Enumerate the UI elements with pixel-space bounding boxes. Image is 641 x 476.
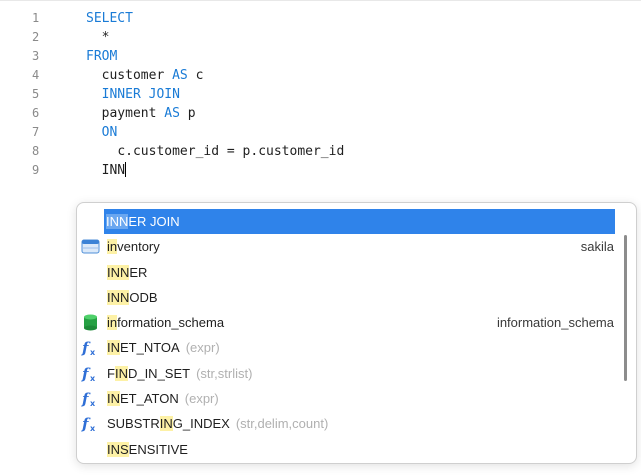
- match-highlight: INS: [107, 441, 129, 457]
- suggestion-label: INNODB: [107, 289, 158, 305]
- match-highlight: in: [107, 239, 118, 255]
- sql-token: p: [179, 106, 196, 121]
- editor-border: [0, 0, 641, 1]
- code-line[interactable]: SELECT: [86, 9, 344, 28]
- code-line[interactable]: payment AS p: [86, 104, 344, 123]
- suggestion-item[interactable]: f x INET_ATON (expr): [77, 386, 622, 411]
- svg-text:x: x: [90, 374, 96, 382]
- code-line[interactable]: ON: [86, 123, 344, 142]
- suggestion-item[interactable]: f x INET_NTOA (expr): [77, 335, 622, 360]
- code-line[interactable]: customer AS c: [86, 66, 344, 85]
- suggestion-label: SUBSTRING_INDEX (str,delim,count): [107, 416, 329, 432]
- match-highlight: INN: [106, 214, 129, 229]
- match-highlight: INN: [107, 264, 130, 280]
- match-highlight: IN: [107, 391, 120, 407]
- suggestion-scrollbar[interactable]: [624, 235, 627, 381]
- sql-token: *: [101, 30, 110, 45]
- code-line[interactable]: c.customer_id = p.customer_id: [86, 142, 344, 161]
- function-icon: fx: [81, 390, 100, 408]
- line-number: 7: [32, 125, 40, 139]
- match-highlight: in: [107, 315, 118, 331]
- sql-token: customer: [101, 68, 173, 83]
- line-number: 1: [32, 11, 40, 25]
- suggestion-item[interactable]: INNODB: [77, 285, 622, 310]
- sql-keyword: FROM: [86, 49, 118, 64]
- function-params: (str,delim,count): [235, 416, 329, 432]
- sql-keyword: SELECT: [86, 11, 133, 26]
- line-number: 6: [32, 106, 40, 120]
- svg-text:x: x: [90, 424, 96, 432]
- suggestion-item[interactable]: f x FIND_IN_SET (str,strlist): [77, 361, 622, 386]
- database-icon: [81, 314, 100, 331]
- sql-keyword: AS: [172, 68, 188, 83]
- suggestion-item[interactable]: f x SUBSTRING_INDEX (str,delim,count): [77, 411, 622, 436]
- line-number: 3: [32, 49, 40, 63]
- suggestion-label: information_schema: [107, 315, 225, 331]
- code-area[interactable]: SELECT * FROM customer AS c INNER JOIN pa…: [86, 9, 344, 180]
- suggestion-label: INNER: [107, 264, 148, 280]
- function-icon: fx: [81, 365, 100, 383]
- sql-token: INN: [101, 163, 126, 178]
- autocomplete-popup: INNER JOIN inventory sakila INNER INNODB info…: [76, 202, 637, 464]
- code-line[interactable]: INNER JOIN: [86, 85, 344, 104]
- sql-token: payment: [101, 106, 165, 121]
- table-icon: [81, 238, 100, 255]
- function-params: (str,strlist): [196, 365, 253, 381]
- line-number: 4: [32, 68, 40, 82]
- line-number-gutter: 1 2 3 4 5 6 7 8 9: [0, 9, 62, 180]
- function-icon: fx: [81, 415, 100, 433]
- line-number: 9: [32, 163, 40, 177]
- suggestion-label: inventory: [107, 239, 160, 255]
- suggestion-detail: sakila: [580, 239, 614, 255]
- function-params: (expr): [185, 340, 220, 356]
- svg-text:x: x: [90, 399, 96, 407]
- suggestion-item[interactable]: INSENSITIVE: [77, 437, 622, 462]
- suggestion-label: INET_NTOA (expr): [107, 340, 220, 356]
- sql-keyword: AS: [164, 106, 180, 121]
- suggestion-item[interactable]: INNER: [77, 260, 622, 285]
- suggestion-detail: information_schema: [496, 315, 614, 331]
- svg-text:x: x: [90, 348, 96, 356]
- suggestion-item[interactable]: information_schema information_schema: [77, 310, 622, 335]
- sql-keyword: ON: [101, 125, 118, 140]
- match-highlight: INN: [107, 289, 130, 305]
- match-highlight: IN: [159, 416, 173, 432]
- suggestion-item-selected[interactable]: INNER JOIN: [104, 209, 615, 235]
- line-number: 2: [32, 30, 40, 44]
- code-line[interactable]: *: [86, 28, 344, 47]
- suggestion-label: INNER JOIN: [106, 214, 180, 229]
- suggestion-label: INSENSITIVE: [107, 441, 188, 457]
- code-line[interactable]: FROM: [86, 47, 344, 66]
- text-cursor: [125, 162, 127, 177]
- suggestion-label: INET_ATON (expr): [107, 391, 219, 407]
- sql-token: c: [187, 68, 204, 83]
- function-params: (expr): [184, 391, 219, 407]
- sql-token: c.customer_id = p.customer_id: [117, 144, 345, 159]
- sql-editor[interactable]: 1 2 3 4 5 6 7 8 9 SELECT * FROM customer AS c INN…: [0, 0, 641, 476]
- match-highlight: IN: [107, 340, 120, 356]
- suggestion-label: FIND_IN_SET (str,strlist): [107, 365, 253, 381]
- line-number: 5: [32, 87, 40, 101]
- function-icon: fx: [81, 339, 100, 357]
- line-number: 8: [32, 144, 40, 158]
- code-line[interactable]: INN: [86, 161, 344, 180]
- match-highlight: IN: [114, 365, 128, 381]
- suggestion-item[interactable]: inventory sakila: [77, 234, 622, 259]
- suggestion-list: INNER JOIN inventory sakila INNER INNODB info…: [77, 209, 622, 462]
- sql-keyword: INNER JOIN: [101, 87, 180, 102]
